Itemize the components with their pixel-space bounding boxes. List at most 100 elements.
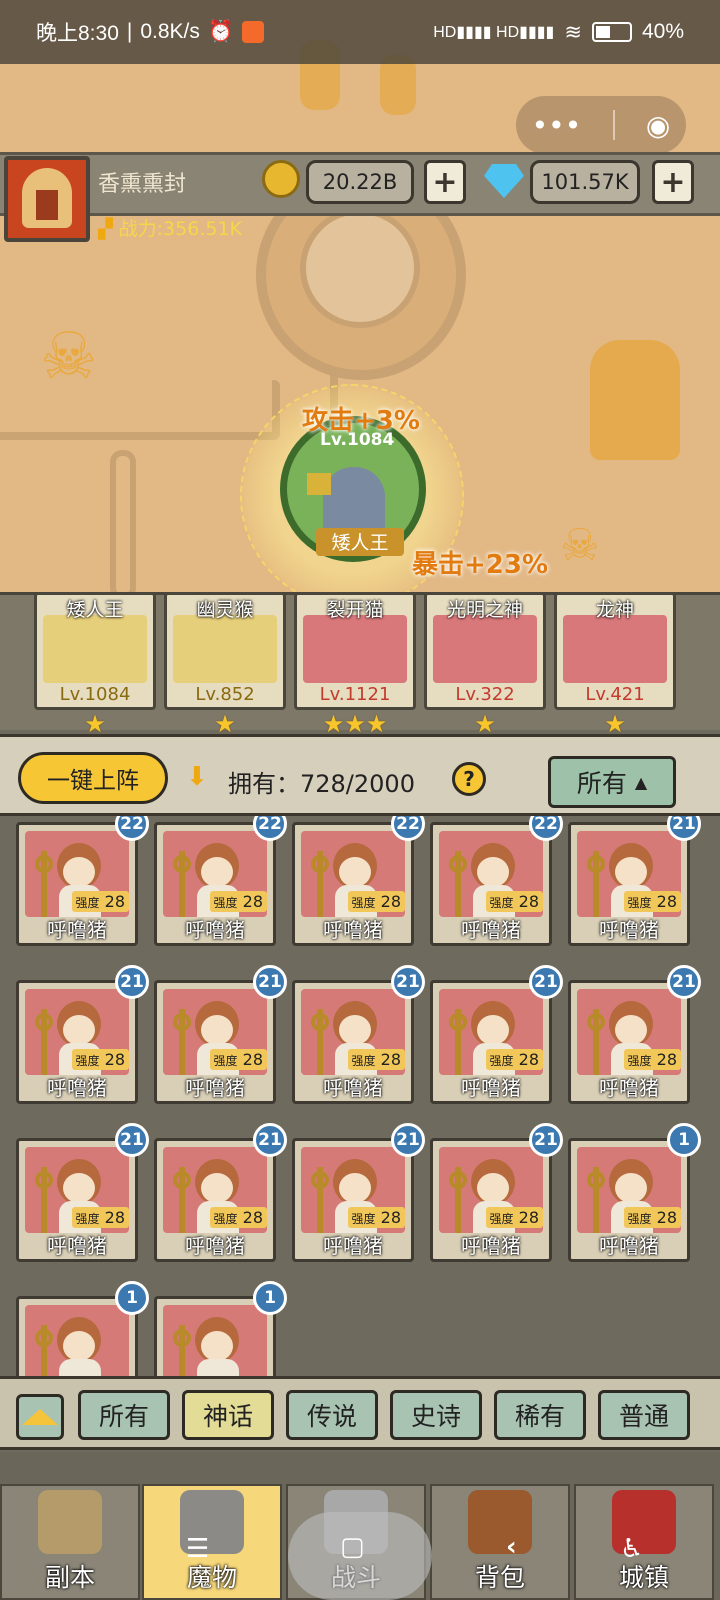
- monster-name: 呼噜猪: [47, 1076, 107, 1100]
- team-slot-level: Lv.1121: [319, 684, 391, 705]
- nav-item[interactable]: 副本: [0, 1484, 140, 1600]
- monster-count-badge: 21: [391, 1123, 425, 1157]
- monster-silhouette-icon: [590, 340, 680, 460]
- staff-icon: [173, 855, 191, 873]
- system-home-icon[interactable]: ▢: [340, 1532, 365, 1562]
- monster-strength-value: 28: [380, 1208, 401, 1227]
- rarity-tab[interactable]: 普通: [598, 1390, 690, 1440]
- app-notification-icon: [242, 21, 265, 43]
- collapse-button[interactable]: [16, 1394, 64, 1440]
- monster-card[interactable]: 强度 28 呼噜猪 21: [292, 965, 425, 1104]
- monster-strength-label: 强度: [489, 1054, 514, 1068]
- monster-card[interactable]: 强度 28 呼噜猪 22: [430, 816, 563, 946]
- nav-item[interactable]: 魔物: [142, 1484, 282, 1600]
- staff-icon: [311, 855, 329, 873]
- filter-dropdown[interactable]: 所有 ▲: [548, 756, 676, 808]
- monster-card[interactable]: 1: [154, 1281, 287, 1376]
- monster-strength: 强度 28: [347, 1049, 405, 1070]
- monster-card[interactable]: 强度 28 呼噜猪 21: [430, 1123, 563, 1262]
- battery-icon: [591, 22, 632, 42]
- monster-card[interactable]: 强度 28 呼噜猪 21: [568, 816, 701, 946]
- team-slot[interactable]: 矮人王 Lv.1084: [34, 592, 156, 710]
- monster-strength-value: 28: [380, 1050, 401, 1069]
- monster-card[interactable]: 强度 28 呼噜猪 21: [568, 965, 701, 1104]
- monster-strength-value: 28: [242, 1050, 263, 1069]
- player-avatar[interactable]: [4, 156, 90, 242]
- monster-card[interactable]: 强度 28 呼噜猪 21: [154, 1123, 287, 1262]
- skull-icon-small: ☠: [560, 520, 600, 571]
- monster-strength-value: 28: [518, 892, 539, 911]
- team-slot[interactable]: 龙神 Lv.421: [554, 592, 676, 710]
- rarity-tab[interactable]: 史诗: [390, 1390, 482, 1440]
- monster-strength: 强度 28: [623, 1207, 681, 1228]
- close-circle-icon[interactable]: ◉: [646, 109, 670, 142]
- more-dots-icon[interactable]: •••: [532, 109, 582, 142]
- backpack-icon: [468, 1490, 532, 1554]
- rarity-tab[interactable]: 传说: [286, 1390, 378, 1440]
- rarity-tab[interactable]: 稀有: [494, 1390, 586, 1440]
- monster-strength-value: 28: [518, 1208, 539, 1227]
- monster-card[interactable]: 强度 28 呼噜猪 22: [154, 816, 287, 946]
- staff-icon: [311, 1013, 329, 1031]
- monster-card[interactable]: 强度 28 呼噜猪 21: [16, 1123, 149, 1262]
- system-status-bar: 晚上8:30 | 0.8K/s ⏰ HD▮▮▮▮ HD▮▮▮▮ ≋ 40%: [0, 0, 720, 64]
- monster-strength-label: 强度: [627, 1212, 652, 1226]
- gold-amount: 20.22B: [306, 160, 414, 204]
- monster-card[interactable]: 1: [16, 1281, 149, 1376]
- team-slot-level: Lv.322: [455, 684, 515, 705]
- monster-card[interactable]: 强度 28 呼噜猪 21: [16, 965, 149, 1104]
- monster-card[interactable]: 强度 28 呼噜猪 22: [16, 816, 149, 946]
- monster-name: 呼噜猪: [323, 1234, 383, 1258]
- monster-strength: 强度 28: [347, 1207, 405, 1228]
- team-slot-name: 裂开猫: [326, 599, 384, 621]
- system-back-icon[interactable]: ‹: [506, 1532, 517, 1562]
- monster-strength-label: 强度: [489, 896, 514, 910]
- add-gem-button[interactable]: +: [652, 160, 694, 204]
- staff-icon: [35, 1013, 53, 1031]
- staff-icon: [173, 1329, 191, 1347]
- monster-card[interactable]: 强度 28 呼噜猪 1: [568, 1123, 701, 1262]
- monster-count-badge: 21: [667, 965, 701, 999]
- monster-card[interactable]: 强度 28 呼噜猪 21: [430, 965, 563, 1104]
- monster-strength-label: 强度: [489, 1212, 514, 1226]
- nav-item[interactable]: 背包: [430, 1484, 570, 1600]
- monster-strength-label: 强度: [75, 896, 100, 910]
- monster-card[interactable]: 强度 28 呼噜猪 21: [154, 965, 287, 1104]
- team-slot-portrait: [303, 615, 407, 683]
- monster-name: 呼噜猪: [47, 1234, 107, 1258]
- team-slot[interactable]: 裂开猫 Lv.1121: [294, 592, 416, 710]
- monster-strength: 强度 28: [485, 1207, 543, 1228]
- monster-portrait: [163, 1305, 267, 1376]
- crit-buff: 暴击+23%: [412, 550, 549, 580]
- system-menu-icon[interactable]: ☰: [186, 1534, 209, 1564]
- team-slot[interactable]: 幽灵猴 Lv.852: [164, 592, 286, 710]
- monster-strength-value: 28: [242, 1208, 263, 1227]
- monster-strength-label: 强度: [213, 1212, 238, 1226]
- monster-strength-label: 强度: [351, 1212, 376, 1226]
- rarity-tab[interactable]: 神话: [182, 1390, 274, 1440]
- monster-name: 呼噜猪: [599, 1076, 659, 1100]
- monster-card[interactable]: 强度 28 呼噜猪 21: [292, 1123, 425, 1262]
- monster-strength-value: 28: [104, 1208, 125, 1227]
- monster-strength: 强度 28: [71, 1207, 129, 1228]
- monster-strength-label: 强度: [75, 1212, 100, 1226]
- help-icon[interactable]: ?: [452, 762, 486, 796]
- monster-count-badge: 21: [115, 965, 149, 999]
- monster-count-badge: 21: [253, 965, 287, 999]
- monster-count-badge: 21: [115, 1123, 149, 1157]
- combat-power-value: 战力:356.51K: [118, 218, 242, 240]
- miniprogram-capsule: ••• ◉: [516, 96, 686, 154]
- staff-icon: [449, 1171, 467, 1189]
- monster-strength: 强度 28: [623, 1049, 681, 1070]
- nav-item[interactable]: 城镇: [574, 1484, 714, 1600]
- staff-icon: [35, 1171, 53, 1189]
- player-name: 香熏熏封: [98, 172, 187, 197]
- auto-deploy-button[interactable]: 一键上阵: [18, 752, 168, 804]
- add-gold-button[interactable]: +: [424, 160, 466, 204]
- team-slot[interactable]: 光明之神 Lv.322: [424, 592, 546, 710]
- system-accessibility-icon[interactable]: ♿: [620, 1534, 643, 1564]
- rarity-tab[interactable]: 所有: [78, 1390, 170, 1440]
- monster-card[interactable]: 强度 28 呼噜猪 22: [292, 816, 425, 946]
- monster-strength-label: 强度: [213, 1054, 238, 1068]
- monster-grid[interactable]: 强度 28 呼噜猪 22 强度 28 呼噜猪 22 强度 28 呼噜猪 22 强度 28 呼噜猪 22…: [0, 816, 720, 1376]
